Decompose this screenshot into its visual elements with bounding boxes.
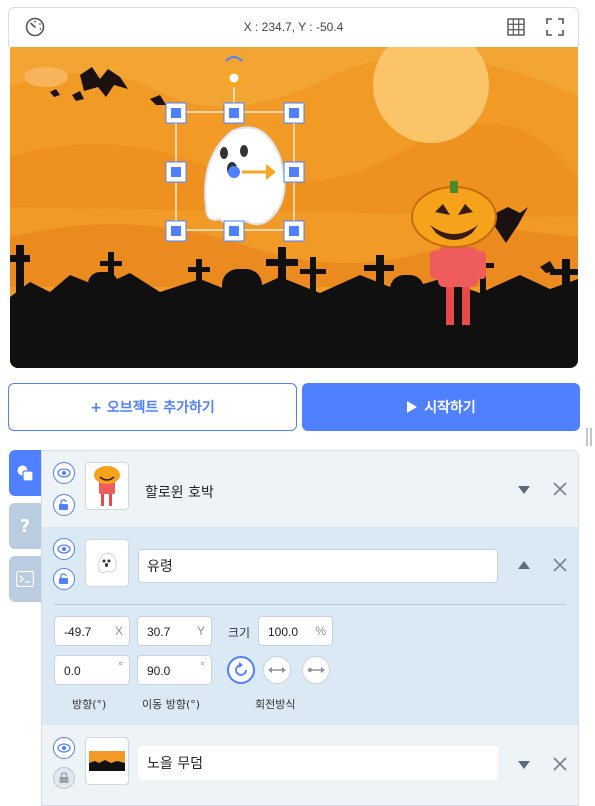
direction-field[interactable]: 0.0 ° xyxy=(54,655,130,685)
object-thumbnail xyxy=(85,539,129,587)
stage-toolbar: X : 234.7, Y : -50.4 xyxy=(8,7,579,47)
chevron-up-icon[interactable] xyxy=(517,560,531,570)
eye-icon[interactable] xyxy=(53,462,75,484)
object-thumbnail xyxy=(85,737,129,785)
size-label: 크기 xyxy=(228,626,251,640)
chevron-down-icon[interactable] xyxy=(517,760,531,770)
object-item-ghost[interactable]: 유령 -49.7 X 30.7 Y 크기 100.0 % 0.0 ° 90.0 … xyxy=(42,527,578,725)
grid-icon[interactable] xyxy=(506,17,526,37)
direction-label: 방향(°) xyxy=(72,698,107,711)
horizontal-arrows-icon xyxy=(268,667,286,673)
close-icon[interactable] xyxy=(552,557,568,573)
right-arrow-icon xyxy=(308,667,325,673)
object-name: 유령 xyxy=(147,559,173,575)
object-name-field[interactable]: 노을 무덤 xyxy=(138,746,498,780)
tab-objects[interactable] xyxy=(9,450,41,496)
eye-icon[interactable] xyxy=(53,538,75,560)
add-object-label: + 오브젝트 추가하기 xyxy=(90,400,215,416)
cursor-coordinates: X : 234.7, Y : -50.4 xyxy=(243,20,344,34)
stage-canvas[interactable] xyxy=(10,47,578,368)
resize-handle-icon[interactable] xyxy=(586,428,592,446)
flip-horizontal-button[interactable] xyxy=(263,656,291,684)
tab-help[interactable]: ? xyxy=(9,503,41,549)
play-icon xyxy=(407,401,418,413)
rotation-mode-label: 회전방식 xyxy=(255,698,296,711)
size-field[interactable]: 100.0 % xyxy=(258,616,333,646)
close-icon[interactable] xyxy=(552,756,568,772)
divider xyxy=(54,604,566,605)
x-field[interactable]: -49.7 X xyxy=(54,616,130,646)
object-list-panel: 할로윈 호박 유령 -49.7 X 30.7 Y 크기 100.0 % 0.0 … xyxy=(41,450,579,806)
chevron-down-icon[interactable] xyxy=(517,485,531,495)
unlock-icon[interactable] xyxy=(53,494,75,516)
object-thumbnail xyxy=(85,462,129,510)
start-button[interactable]: 시작하기 xyxy=(302,383,580,431)
halloween-scene xyxy=(10,47,578,368)
console-icon xyxy=(16,571,34,587)
object-item-sunset-graveyard[interactable]: 노을 무덤 xyxy=(42,725,578,805)
start-label: 시작하기 xyxy=(424,400,476,416)
add-object-button[interactable]: + 오브젝트 추가하기 xyxy=(8,383,297,431)
help-icon: ? xyxy=(19,515,31,537)
fullscreen-icon[interactable] xyxy=(545,17,565,37)
object-name: 노을 무덤 xyxy=(147,756,203,772)
move-direction-field[interactable]: 90.0 ° xyxy=(137,655,212,685)
tab-console[interactable] xyxy=(9,556,41,602)
y-field[interactable]: 30.7 Y xyxy=(137,616,212,646)
no-rotation-button[interactable] xyxy=(302,656,330,684)
rotate-icon xyxy=(235,662,247,676)
object-item-pumpkin[interactable]: 할로윈 호박 xyxy=(42,451,578,527)
unlock-icon[interactable] xyxy=(53,568,75,590)
lock-icon[interactable] xyxy=(53,767,75,789)
objects-icon xyxy=(17,465,34,482)
object-name: 할로윈 호박 xyxy=(145,485,214,501)
rotate-free-button[interactable] xyxy=(227,656,255,684)
object-name-input[interactable]: 유령 xyxy=(138,549,498,583)
close-icon[interactable] xyxy=(552,481,568,497)
eye-icon[interactable] xyxy=(53,737,75,759)
move-direction-label: 이동 방향(°) xyxy=(142,698,201,711)
